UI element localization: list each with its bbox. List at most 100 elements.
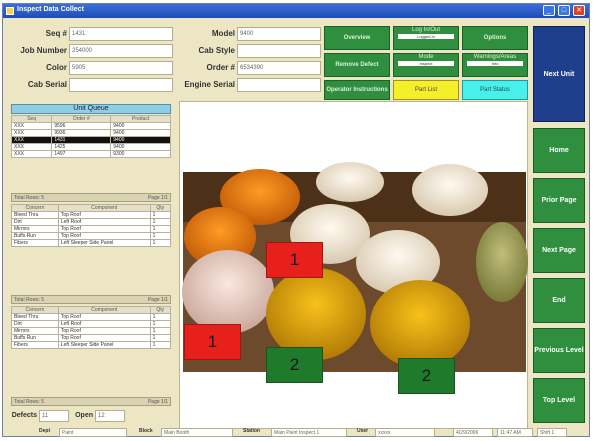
remove-defect-button[interactable]: Remove Defect: [324, 53, 390, 77]
overview-button[interactable]: Overview: [324, 26, 390, 50]
mode-label: Mode: [418, 54, 434, 60]
table-cell: 9400: [110, 122, 171, 130]
olive-paint-jar: [476, 222, 528, 302]
table-cell: Buffs Run: [11, 232, 59, 240]
table-cell: XXX: [10, 143, 53, 151]
column-header[interactable]: Seq: [10, 115, 53, 123]
prior-page-button[interactable]: Prior Page: [533, 178, 585, 223]
engine-serial-field[interactable]: [237, 78, 321, 92]
table-cell: Fibers: [11, 239, 59, 247]
column-header[interactable]: Component: [57, 204, 151, 212]
table-cell: Left Sleeper Side Panel: [57, 239, 151, 247]
model-label: Model: [211, 29, 235, 38]
user-value: xxxxx: [375, 428, 435, 437]
table-row[interactable]: XXX 1431 9400: [10, 136, 171, 144]
job-number-field[interactable]: 254000: [69, 44, 173, 58]
table-row[interactable]: Fibers Left Sleeper Side Panel 1: [11, 341, 172, 349]
page-indicator: Page 1/1: [147, 195, 168, 201]
table-row[interactable]: XXX 9596 9400: [10, 122, 171, 130]
cab-style-field[interactable]: [237, 44, 321, 58]
table-row[interactable]: Buffs Run Top Roof 1: [11, 334, 172, 342]
app-icon: [6, 7, 14, 15]
table-row[interactable]: XXX 1497 9300: [10, 150, 171, 158]
color-label: Color: [46, 63, 67, 72]
table-cell: 1: [149, 341, 172, 349]
date-display: 4/29/2006: [453, 428, 493, 437]
app-window: Inspect Data Collect _ □ ✕ Seq # 1431 Jo…: [2, 3, 590, 437]
table-cell: Fibers: [11, 341, 59, 349]
defect-marker[interactable]: 2: [266, 347, 323, 383]
operator-instructions-button[interactable]: Operator Instructions: [324, 80, 390, 100]
table-row[interactable]: Dirt Left Roof 1: [11, 320, 172, 328]
table-row[interactable]: Bleed Thru Top Roof 1: [11, 313, 172, 321]
warnings-label: Warnings/Areas: [473, 54, 517, 60]
job-number-label: Job Number: [20, 46, 67, 55]
seq-field[interactable]: 1431: [69, 27, 173, 41]
next-page-button[interactable]: Next Page: [533, 228, 585, 273]
table-cell: Top Roof: [57, 327, 151, 335]
paint-jars-photo: [182, 162, 528, 372]
table-cell: 1497: [51, 150, 112, 158]
table-row[interactable]: Dirt Left Roof 1: [11, 218, 172, 226]
home-button[interactable]: Home: [533, 128, 585, 173]
defect-marker[interactable]: 2: [398, 358, 455, 394]
column-header[interactable]: Qty: [149, 204, 172, 212]
defect-marker[interactable]: 1: [184, 324, 241, 360]
cab-serial-field[interactable]: [69, 78, 173, 92]
table-row[interactable]: Bleed Thru Top Roof 1: [11, 211, 172, 219]
table-cell: Dirt: [11, 218, 59, 226]
table-cell: XXX: [10, 129, 53, 137]
table-cell: 1: [149, 211, 172, 219]
unit-queue-title: Unit Queue: [11, 104, 171, 114]
row-count: Total Rows: 5: [14, 399, 45, 405]
table-row[interactable]: XXX 1425 9400: [10, 143, 171, 151]
part-status-button[interactable]: Part Status: [462, 80, 528, 100]
top-level-button[interactable]: Top Level: [533, 378, 585, 423]
window-title: Inspect Data Collect: [17, 6, 84, 13]
table-cell: 1: [149, 225, 172, 233]
column-header[interactable]: Concern: [11, 306, 59, 314]
user-label: User: [357, 428, 369, 434]
table-row[interactable]: XXX 9936 9400: [10, 129, 171, 137]
defect-marker[interactable]: 1: [266, 242, 323, 278]
inspection-view[interactable]: 1 1 2 2: [179, 101, 528, 429]
defect-table: Concern Component Qty Bleed Thru Top Roof…: [11, 306, 172, 349]
page-indicator: Page 1/1: [147, 297, 168, 303]
block-label: Block: [139, 428, 153, 434]
table-cell: 1431: [51, 136, 112, 144]
table-row[interactable]: Mirrors Top Roof 1: [11, 327, 172, 335]
mode-button[interactable]: Mode Inspect: [393, 53, 459, 77]
table-row[interactable]: Buffs Run Top Roof 1: [11, 232, 172, 240]
minimize-button[interactable]: _: [543, 5, 555, 16]
table-cell: 1: [149, 334, 172, 342]
column-header[interactable]: Concern: [11, 204, 59, 212]
column-header[interactable]: Component: [57, 306, 151, 314]
next-unit-button[interactable]: Next Unit: [533, 26, 585, 122]
column-header[interactable]: Qty: [149, 306, 172, 314]
column-header[interactable]: Order #: [51, 115, 112, 123]
end-button[interactable]: End: [533, 278, 585, 323]
table-header: Concern Component Qty: [11, 204, 172, 212]
table-row[interactable]: Fibers Left Sleeper Side Panel 1: [11, 239, 172, 247]
table-cell: 1: [149, 218, 172, 226]
maximize-button[interactable]: □: [558, 5, 570, 16]
order-field[interactable]: 6534390: [237, 61, 321, 75]
warnings-value: Info: [467, 61, 523, 66]
log-in-out-button[interactable]: Log In/Out Logged In: [393, 26, 459, 50]
close-button[interactable]: ✕: [573, 5, 585, 16]
table-cell: 9400: [110, 129, 171, 137]
table-cell: Left Roof: [57, 218, 151, 226]
seq-label: Seq #: [45, 29, 67, 38]
part-list-button[interactable]: Part List: [393, 80, 459, 100]
page-indicator: Page 1/1: [147, 399, 168, 405]
color-field[interactable]: 5905: [69, 61, 173, 75]
previous-level-button[interactable]: Previous Level: [533, 328, 585, 373]
table-cell: Bleed Thru: [11, 211, 59, 219]
warnings-button[interactable]: Warnings/Areas Info: [462, 53, 528, 77]
column-header[interactable]: Product: [110, 115, 171, 123]
table-cell: 9400: [110, 136, 171, 144]
engine-serial-label: Engine Serial: [184, 80, 235, 89]
options-button[interactable]: Options: [462, 26, 528, 50]
model-field[interactable]: 9400: [237, 27, 321, 41]
table-row[interactable]: Mirrors Top Roof 1: [11, 225, 172, 233]
